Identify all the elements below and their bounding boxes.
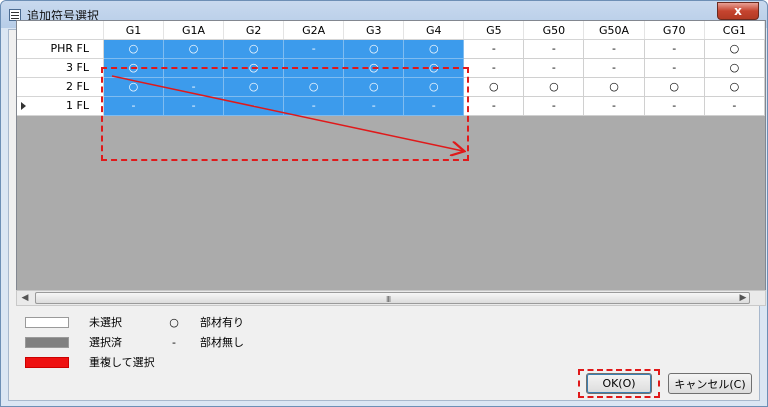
drag-arrow-icon <box>111 75 463 151</box>
annotation-overlay <box>111 75 768 407</box>
